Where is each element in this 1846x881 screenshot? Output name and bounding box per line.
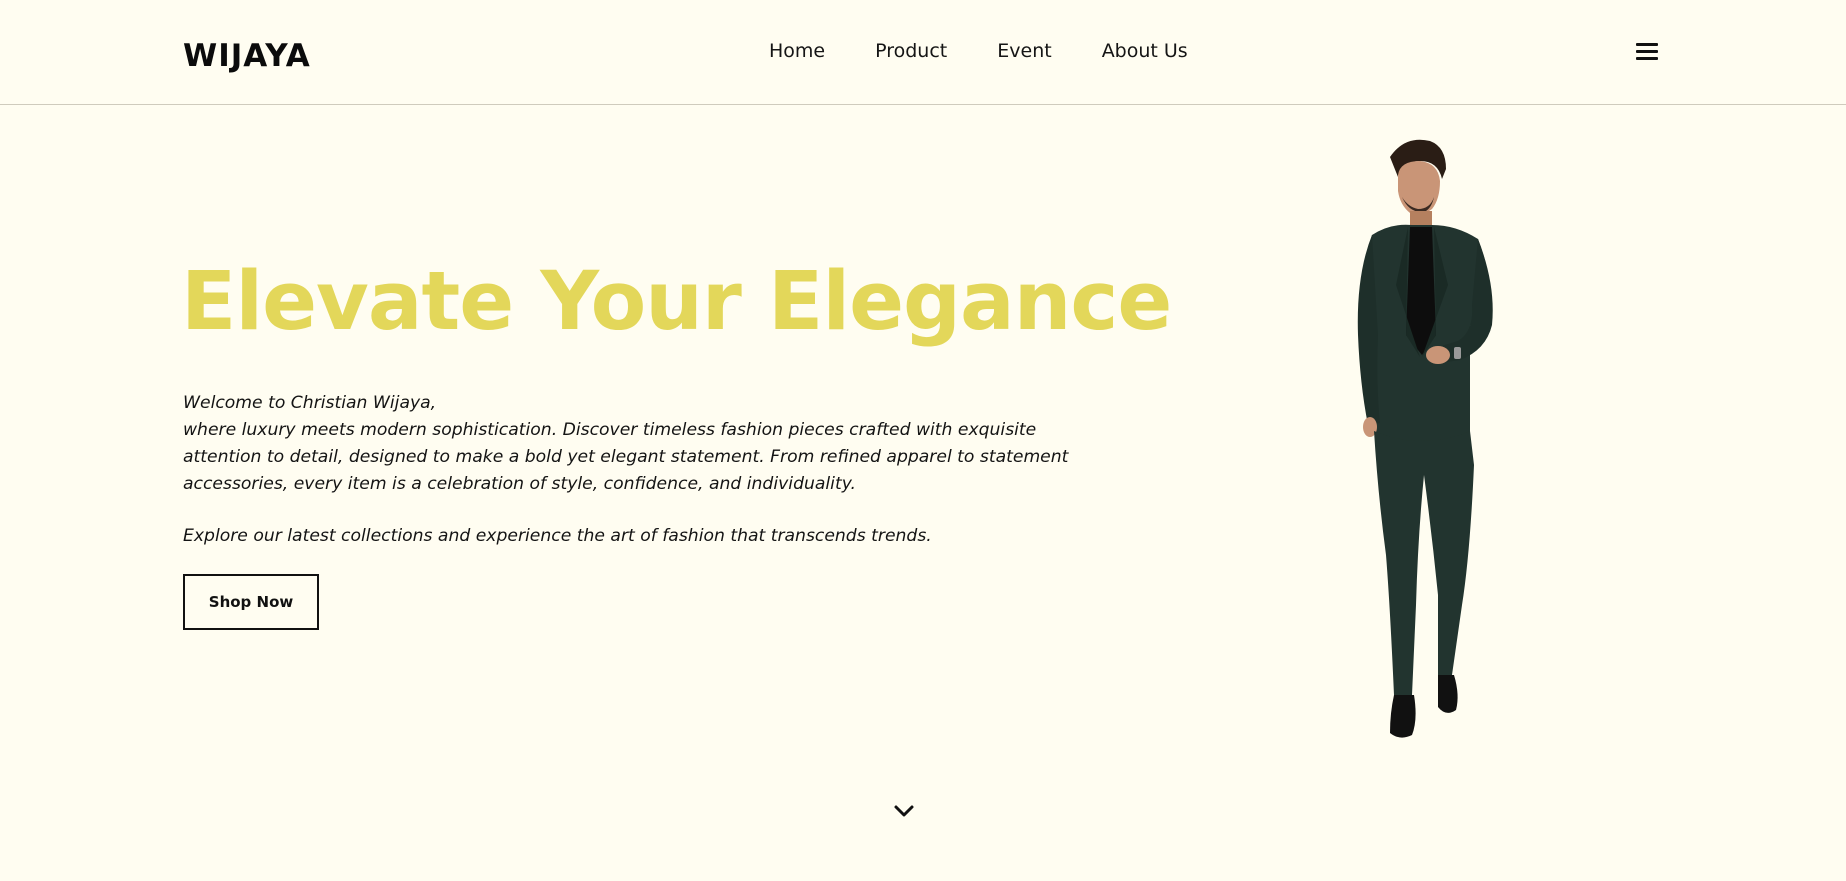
shop-now-button[interactable]: Shop Now: [183, 574, 319, 630]
hero-description: Welcome to Christian Wijaya, where luxur…: [183, 390, 1083, 550]
menu-bar: [1636, 43, 1658, 46]
hamburger-menu-icon[interactable]: [1636, 43, 1658, 60]
hero-explore-line: Explore our latest collections and exper…: [183, 526, 932, 546]
nav-link-event[interactable]: Event: [997, 40, 1051, 62]
model-image: [1357, 139, 1493, 738]
chevron-down-icon[interactable]: [893, 803, 915, 819]
hero-title: Elevate Your Elegance: [181, 255, 1172, 349]
hero-intro-line: Welcome to Christian Wijaya,: [183, 393, 437, 413]
nav-link-about-us[interactable]: About Us: [1102, 40, 1188, 62]
landing-page: WIJAYA Home Product Event About Us Eleva…: [0, 0, 1846, 881]
nav-link-home[interactable]: Home: [769, 40, 825, 62]
main-nav: Home Product Event About Us: [769, 40, 1188, 62]
menu-bar: [1636, 57, 1658, 60]
brand-logo[interactable]: WIJAYA: [183, 38, 311, 74]
nav-link-product[interactable]: Product: [875, 40, 947, 62]
menu-bar: [1636, 50, 1658, 53]
hero-intro-paragraph: where luxury meets modern sophistication…: [183, 420, 1069, 494]
site-header: WIJAYA Home Product Event About Us: [0, 0, 1846, 105]
